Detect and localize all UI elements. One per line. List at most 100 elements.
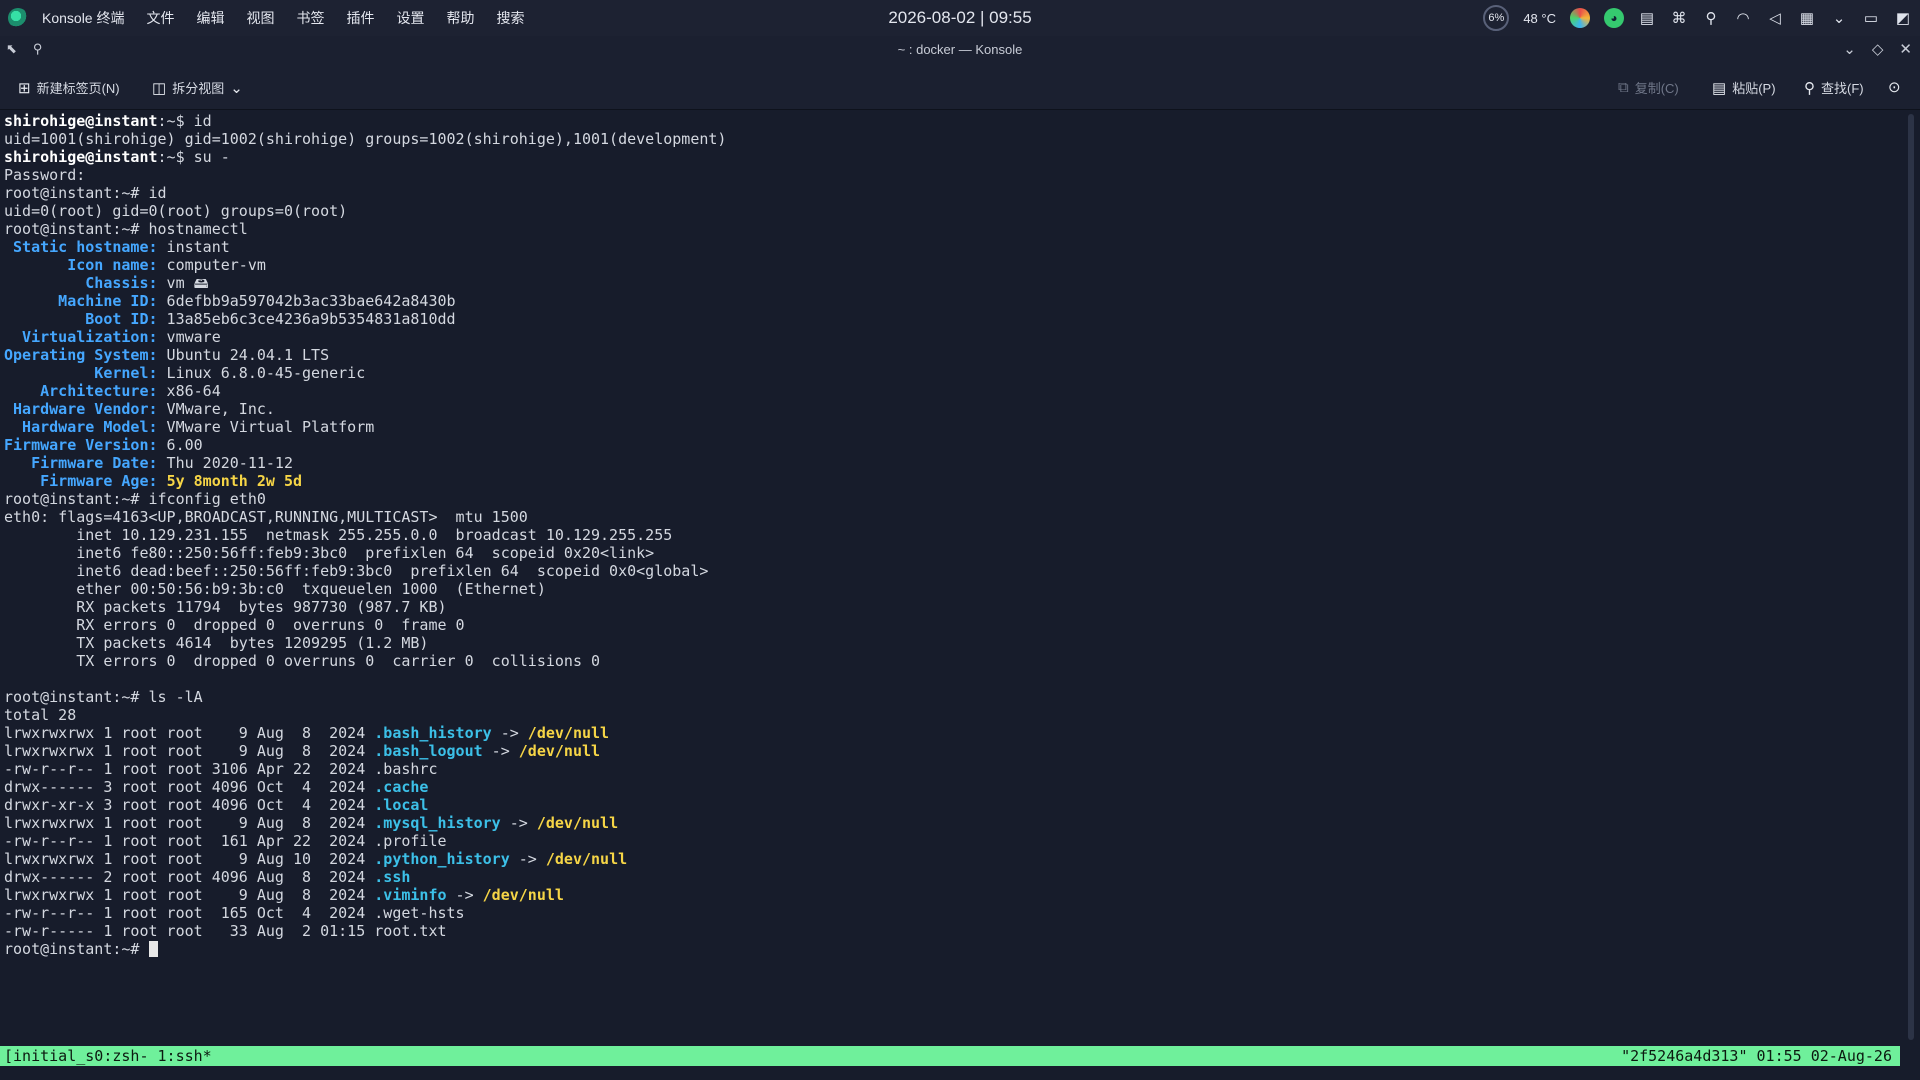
terminal-text: root@instant:~# hostnamectl [4,220,248,238]
terminal-text: vm 🖴 [157,274,209,292]
terminal-line: Virtualization: vmware [4,328,1900,346]
terminal-line: lrwxrwxrwx 1 root root 9 Aug 8 2024 .mys… [4,814,1900,832]
menu-settings[interactable]: 设置 [396,8,424,28]
terminal-line: shirohige@instant:~$ id [4,112,1900,130]
menu-plugins[interactable]: 插件 [346,8,374,28]
new-tab-icon: ⊞ [18,79,31,97]
window-titlebar[interactable]: ⬉ ⚲ ~ : docker — Konsole ⌄ ◇ ✕ [0,36,1920,64]
terminal-line: drwx------ 2 root root 4096 Aug 8 2024 .… [4,868,1900,886]
terminal-text: root@instant:~# id [4,184,167,202]
terminal-text: shirohige@instant [4,148,158,166]
menu-file[interactable]: 文件 [146,8,174,28]
global-menu: Konsole 终端 文件 编辑 视图 书签 插件 设置 帮助 搜索 [42,8,546,28]
edit-window-icon[interactable]: ◩ [1894,9,1912,27]
terminal-text: root@instant:~# ls -lA [4,688,203,706]
clipboard-icon[interactable]: ▤ [1638,9,1656,27]
scrollbar-thumb[interactable] [1908,114,1914,1040]
maximize-icon[interactable]: ◇ [1872,40,1884,58]
terminal-text: Firmware Age: [4,472,158,490]
terminal-output[interactable]: shirohige@instant:~$ id uid=1001(shirohig… [0,110,1900,1048]
terminal-line: Static hostname: instant [4,238,1900,256]
terminal-line: Firmware Version: 6.00 [4,436,1900,454]
terminal-text: inet 10.129.231.155 netmask 255.255.0.0 … [4,526,673,544]
terminal-text: 6defbb9a597042b3ac33bae642a8430b [157,292,456,310]
chip-icon[interactable]: ▦ [1798,9,1816,27]
terminal-line: Password: [4,166,1900,184]
terminal-text: Icon name: [4,256,158,274]
terminal-text: RX packets 11794 bytes 987730 (987.7 KB) [4,598,447,616]
terminal-line: Hardware Model: VMware Virtual Platform [4,418,1900,436]
terminal-line: root@instant:~# ifconfig eth0 [4,490,1900,508]
terminal-line: lrwxrwxrwx 1 root root 9 Aug 10 2024 .py… [4,850,1900,868]
terminal-text: inet6 dead:beef::250:56ff:feb9:3bc0 pref… [4,562,709,580]
close-icon[interactable]: ✕ [1899,40,1912,58]
copy-button[interactable]: ⧉ 复制(C) [1618,78,1679,97]
terminal-text: /dev/null [518,742,601,760]
terminal-text: Hardware Model: [4,418,158,436]
terminal-cursor [148,941,158,957]
wifi-icon[interactable]: ◠ [1734,9,1752,27]
chevron-down-icon[interactable]: ⌄ [230,79,243,97]
copy-label: 复制(C) [1634,81,1679,96]
terminal-line: RX packets 11794 bytes 987730 (987.7 KB) [4,598,1900,616]
terminal-text: shirohige@instant [4,112,158,130]
paste-icon: ▤ [1712,79,1727,97]
more-menu-button[interactable]: ⊙ [1888,78,1901,96]
terminal-line: Firmware Date: Thu 2020-11-12 [4,454,1900,472]
window-icon[interactable]: ▭ [1862,9,1880,27]
terminal-line: TX packets 4614 bytes 1209295 (1.2 MB) [4,634,1900,652]
menu-edit[interactable]: 编辑 [196,8,224,28]
app-name-menu[interactable]: Konsole 终端 [42,8,124,28]
paste-label: 粘贴(P) [1732,81,1776,96]
volume-icon[interactable]: ◁ [1766,9,1784,27]
terminal-line: Boot ID: 13a85eb6c3ce4236a9b5354831a810d… [4,310,1900,328]
more-icon: ⊙ [1888,79,1901,96]
titlebar-right-buttons: ⌄ ◇ ✕ [1843,40,1912,58]
terminal-text: root@instant:~# ifconfig eth0 [4,490,266,508]
terminal-line: TX errors 0 dropped 0 overruns 0 carrier… [4,652,1900,670]
menu-help[interactable]: 帮助 [446,8,474,28]
menu-bookmarks[interactable]: 书签 [296,8,324,28]
terminal-line: inet6 fe80::250:56ff:feb9:3bc0 prefixlen… [4,544,1900,562]
cat-tray-icon[interactable]: ◕ [1604,8,1624,28]
minimize-icon[interactable]: ⌄ [1843,40,1856,58]
terminal-text: RX errors 0 dropped 0 overruns 0 frame 0 [4,616,465,634]
command-icon[interactable]: ⌘ [1670,9,1688,27]
terminal-text: -> [482,742,519,760]
terminal-scrollbar[interactable] [1900,110,1920,1048]
terminal-line: drwxr-xr-x 3 root root 4096 Oct 4 2024 .… [4,796,1900,814]
copy-icon: ⧉ [1618,79,1629,96]
terminal-line: lrwxrwxrwx 1 root root 9 Aug 8 2024 .vim… [4,886,1900,904]
tmux-status-right: "2f5246a4d313" 01:55 02-Aug-26 [1621,1047,1892,1065]
terminal-text: Architecture: [4,382,158,400]
cpu-usage-indicator[interactable]: 6% [1483,5,1510,31]
find-label: 查找(F) [1821,81,1864,96]
terminal-line: shirohige@instant:~$ su - [4,148,1900,166]
split-view-icon: ◫ [152,79,167,97]
temperature-indicator[interactable]: 48 °C [1523,11,1556,26]
terminal-line: inet6 dead:beef::250:56ff:feb9:3bc0 pref… [4,562,1900,580]
window-title: ~ : docker — Konsole [897,42,1023,57]
terminal-text: Password: [4,166,86,184]
find-button[interactable]: ⚲ 查找(F) [1804,78,1864,97]
chevron-down-icon[interactable]: ⌄ [1830,9,1848,27]
terminal-line: Kernel: Linux 6.8.0-45-generic [4,364,1900,382]
terminal-text: 6.00 [157,436,203,454]
terminal-text: Static hostname: [4,238,158,256]
terminal-line: Operating System: Ubuntu 24.04.1 LTS [4,346,1900,364]
paste-button[interactable]: ▤ 粘贴(P) [1712,78,1776,97]
menu-view[interactable]: 视图 [246,8,274,28]
terminal-text: drwx------ 2 root root 4096 Aug 8 2024 [4,868,375,886]
terminal-line: uid=0(root) gid=0(root) groups=0(root) [4,202,1900,220]
konsole-app-icon[interactable] [8,8,28,28]
terminal-text: -> [446,886,483,904]
clock-text[interactable]: 2026-08-02 | 09:55 [888,8,1031,27]
top-panel: Konsole 终端 文件 编辑 视图 书签 插件 设置 帮助 搜索 2026-… [0,0,1920,36]
split-view-button[interactable]: ◫ 拆分视图 ⌄ [152,78,243,97]
new-tab-button[interactable]: ⊞ 新建标签页(N) [18,78,120,97]
location-icon[interactable]: ⚲ [1702,9,1720,27]
tmux-session-windows[interactable]: [initial_s0:zsh- 1:ssh* [4,1046,212,1066]
browser-tray-icon[interactable] [1570,8,1590,28]
menu-search[interactable]: 搜索 [496,8,524,28]
